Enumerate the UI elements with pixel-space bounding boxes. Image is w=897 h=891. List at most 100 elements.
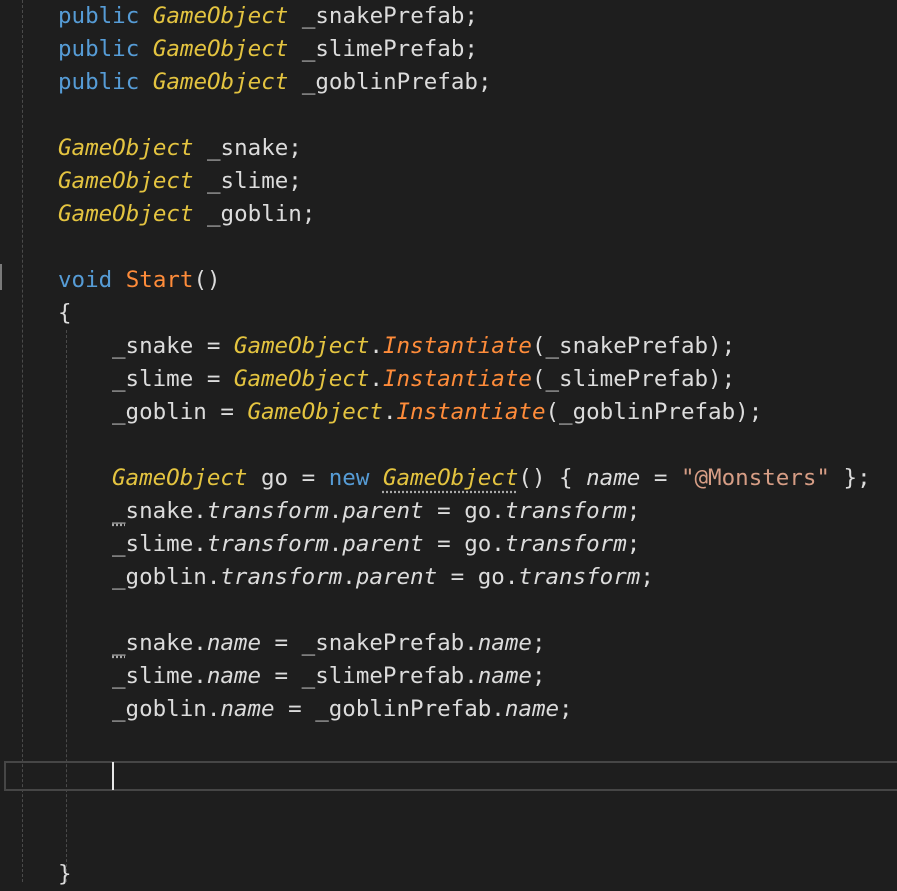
- code-token: parent: [342, 531, 424, 557]
- code-token: transform: [220, 564, 343, 590]
- code-line[interactable]: _slime.transform.parent = go.transform;: [0, 528, 897, 561]
- code-token: transform: [518, 564, 641, 590]
- code-line[interactable]: }: [0, 858, 897, 891]
- code-token: .: [342, 564, 356, 590]
- code-token: _snake =: [112, 333, 234, 359]
- code-token: GameObject: [247, 399, 383, 425]
- code-token: _goblin =: [112, 399, 248, 425]
- code-line[interactable]: GameObject _slime;: [0, 165, 897, 198]
- code-token: Start: [125, 267, 194, 293]
- code-token: = go.: [437, 564, 519, 590]
- code-token: name: [477, 663, 532, 689]
- code-token: GameObject: [233, 366, 370, 392]
- code-line[interactable]: _snake.name = _snakePrefab.name;: [0, 627, 897, 660]
- code-token: _goblin.: [112, 696, 221, 722]
- code-line[interactable]: [0, 792, 897, 825]
- code-token: name: [586, 465, 641, 491]
- code-line[interactable]: public GameObject _slimePrefab;: [0, 33, 897, 66]
- code-token: = _goblinPrefab.: [274, 696, 505, 722]
- code-token: transform: [206, 531, 329, 557]
- code-line[interactable]: {: [0, 297, 897, 330]
- code-token: }: [58, 861, 72, 887]
- code-token: _snakePrefab;: [288, 3, 478, 29]
- code-line[interactable]: _snake.transform.parent = go.transform;: [0, 495, 897, 528]
- code-token: _snake;: [193, 135, 302, 161]
- code-token: _goblin;: [193, 201, 316, 227]
- code-token: GameObject: [58, 201, 194, 227]
- code-line[interactable]: [0, 99, 897, 132]
- code-token: = _snakePrefab.: [261, 630, 478, 656]
- code-token: void: [58, 267, 113, 293]
- code-line[interactable]: public GameObject _goblinPrefab;: [0, 66, 897, 99]
- code-token: Instantiate: [382, 366, 532, 392]
- code-token: ;: [531, 630, 546, 656]
- code-token: public: [58, 36, 140, 62]
- code-token: (): [193, 267, 221, 293]
- code-token: _slime =: [112, 366, 234, 392]
- code-token: public: [58, 3, 140, 29]
- code-token: ;: [640, 564, 654, 590]
- code-token: = go.: [423, 531, 505, 557]
- code-token: ;: [626, 531, 641, 557]
- code-token: GameObject: [233, 333, 370, 359]
- code-token: .: [369, 366, 383, 392]
- code-token: (_slimePrefab);: [531, 366, 736, 392]
- code-token: new: [328, 465, 370, 491]
- code-token: () {: [518, 465, 587, 491]
- code-token: .: [328, 531, 343, 557]
- code-token: (_goblinPrefab);: [545, 399, 763, 425]
- code-line[interactable]: [0, 594, 897, 627]
- code-line[interactable]: _goblin = GameObject.Instantiate(_goblin…: [0, 396, 897, 429]
- code-token: GameObject: [382, 465, 519, 491]
- code-line[interactable]: void Start(): [0, 264, 897, 297]
- code-token: transform: [206, 498, 329, 524]
- code-line[interactable]: _slime = GameObject.Instantiate(_slimePr…: [0, 363, 897, 396]
- code-token: transform: [504, 498, 627, 524]
- code-token: .: [328, 498, 343, 524]
- code-token: _slimePrefab;: [288, 36, 478, 62]
- code-token: GameObject: [152, 3, 289, 29]
- code-token: transform: [504, 531, 627, 557]
- code-token: ;: [626, 498, 641, 524]
- code-line[interactable]: [0, 231, 897, 264]
- code-token: GameObject: [58, 168, 194, 194]
- code-token: parent: [355, 564, 438, 590]
- code-token: "@Monsters": [680, 465, 830, 491]
- code-token: (_snakePrefab);: [531, 333, 736, 359]
- code-token: snake.: [125, 498, 207, 524]
- code-token: .: [382, 399, 397, 425]
- code-line[interactable]: _slime.name = _slimePrefab.name;: [0, 660, 897, 693]
- code-token: _: [112, 498, 126, 524]
- code-token: name: [206, 630, 262, 656]
- code-line[interactable]: [0, 759, 897, 792]
- code-token: .: [369, 333, 383, 359]
- code-line[interactable]: public GameObject _snakePrefab;: [0, 0, 897, 33]
- code-editor[interactable]: public GameObject _snakePrefab; public Ga…: [0, 0, 897, 887]
- code-line[interactable]: GameObject _goblin;: [0, 198, 897, 231]
- code-token: _: [112, 630, 126, 656]
- code-token: =: [640, 465, 681, 491]
- code-line[interactable]: GameObject _snake;: [0, 132, 897, 165]
- code-line[interactable]: [0, 825, 897, 858]
- code-token: _slime.: [112, 531, 207, 557]
- code-line[interactable]: _goblin.name = _goblinPrefab.name;: [0, 693, 897, 726]
- code-token: };: [829, 465, 871, 491]
- code-line[interactable]: [0, 429, 897, 462]
- code-line[interactable]: _snake = GameObject.Instantiate(_snakePr…: [0, 330, 897, 363]
- code-token: parent: [342, 498, 424, 524]
- code-token: _slime.: [112, 663, 207, 689]
- code-token: _goblinPrefab;: [288, 69, 492, 95]
- code-token: Instantiate: [396, 399, 546, 425]
- code-token: = _slimePrefab.: [261, 663, 478, 689]
- code-token: name: [504, 696, 560, 722]
- code-line[interactable]: GameObject go = new GameObject() { name …: [0, 462, 897, 495]
- code-token: {: [58, 300, 72, 326]
- code-token: snake.: [125, 630, 207, 656]
- code-line[interactable]: [0, 726, 897, 759]
- code-token: Instantiate: [382, 333, 532, 359]
- code-line[interactable]: _goblin.transform.parent = go.transform;: [0, 561, 897, 594]
